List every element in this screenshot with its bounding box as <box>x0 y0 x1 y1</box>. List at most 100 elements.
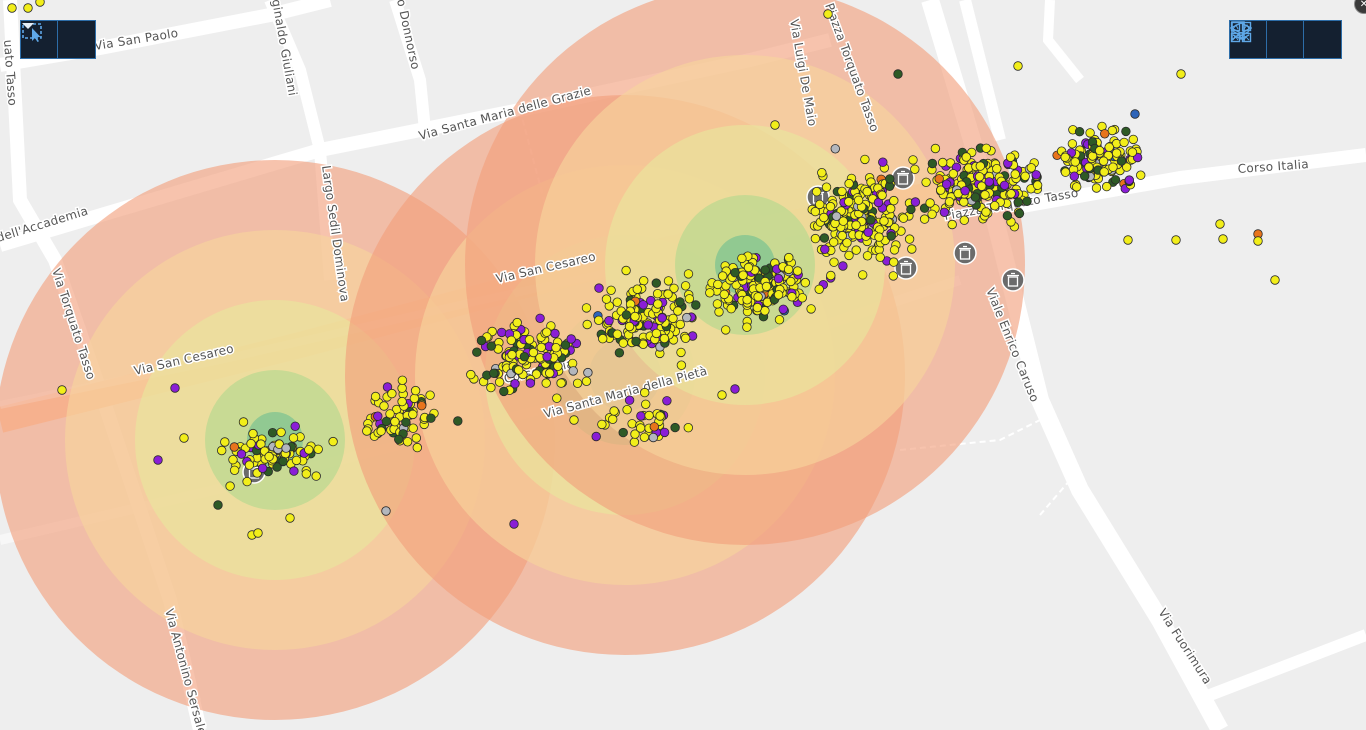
point-feature[interactable] <box>1135 170 1146 180</box>
point-feature[interactable] <box>57 385 67 395</box>
point-feature[interactable] <box>663 289 673 299</box>
point-feature[interactable] <box>402 437 413 447</box>
point-feature[interactable] <box>370 391 381 402</box>
point-feature[interactable] <box>683 269 694 279</box>
trash-icon[interactable] <box>1001 268 1025 292</box>
point-feature[interactable] <box>624 321 635 332</box>
point-feature[interactable] <box>1099 129 1110 139</box>
layers-button[interactable] <box>1230 21 1304 58</box>
point-feature[interactable] <box>373 411 383 421</box>
point-feature[interactable] <box>863 227 874 238</box>
point-feature[interactable] <box>550 328 560 339</box>
point-feature[interactable] <box>999 180 1010 191</box>
point-feature[interactable] <box>823 9 833 19</box>
point-feature[interactable] <box>655 411 665 421</box>
point-feature[interactable] <box>568 366 578 376</box>
point-feature[interactable] <box>1127 147 1138 157</box>
point-feature[interactable] <box>657 313 667 323</box>
point-feature[interactable] <box>506 335 517 346</box>
point-feature[interactable] <box>514 365 524 375</box>
trash-icon[interactable] <box>953 241 977 265</box>
point-feature[interactable] <box>992 163 1002 174</box>
point-feature[interactable] <box>970 192 981 202</box>
point-feature[interactable] <box>862 251 873 261</box>
point-feature[interactable] <box>1099 167 1109 177</box>
point-feature[interactable] <box>1070 157 1080 167</box>
point-feature[interactable] <box>535 313 545 324</box>
trash-icon[interactable] <box>894 256 918 280</box>
point-feature[interactable] <box>1123 235 1133 245</box>
point-feature[interactable] <box>862 186 872 197</box>
point-feature[interactable] <box>1071 182 1082 192</box>
point-feature[interactable] <box>773 273 784 284</box>
point-feature[interactable] <box>668 313 678 324</box>
point-feature[interactable] <box>783 264 794 275</box>
point-feature[interactable] <box>213 500 223 510</box>
point-feature[interactable] <box>1026 163 1037 173</box>
point-feature[interactable] <box>397 383 407 393</box>
point-feature[interactable] <box>921 177 931 188</box>
point-feature[interactable] <box>257 463 268 474</box>
point-feature[interactable] <box>412 442 423 453</box>
point-feature[interactable] <box>594 283 604 293</box>
point-feature[interactable] <box>959 215 970 225</box>
point-feature[interactable] <box>773 290 784 300</box>
point-feature[interactable] <box>1074 126 1085 137</box>
point-feature[interactable] <box>800 278 811 288</box>
point-feature[interactable] <box>874 232 884 242</box>
point-feature[interactable] <box>216 445 227 456</box>
point-feature[interactable] <box>639 432 650 443</box>
map-svg[interactable]: Via San PaoloVia Santa Maria delle Grazi… <box>0 0 1366 730</box>
point-feature[interactable] <box>680 281 691 291</box>
point-feature[interactable] <box>1079 171 1090 181</box>
point-feature[interactable] <box>248 428 258 439</box>
point-feature[interactable] <box>397 375 408 386</box>
point-feature[interactable] <box>242 476 252 487</box>
point-feature[interactable] <box>1171 235 1181 245</box>
point-feature[interactable] <box>738 270 748 280</box>
point-feature[interactable] <box>379 401 389 411</box>
point-feature[interactable] <box>712 299 723 309</box>
point-feature[interactable] <box>659 333 670 344</box>
point-feature[interactable] <box>612 329 623 339</box>
point-feature[interactable] <box>904 234 915 244</box>
point-feature[interactable] <box>718 271 728 281</box>
point-feature[interactable] <box>1013 61 1023 71</box>
point-feature[interactable] <box>908 155 918 165</box>
point-feature[interactable] <box>497 327 507 338</box>
point-feature[interactable] <box>730 268 740 278</box>
point-feature[interactable] <box>844 178 854 189</box>
point-feature[interactable] <box>401 417 411 428</box>
point-feature[interactable] <box>752 302 763 313</box>
point-feature[interactable] <box>638 300 648 310</box>
point-feature[interactable] <box>889 245 900 255</box>
point-feature[interactable] <box>1091 183 1102 193</box>
point-feature[interactable] <box>622 405 632 415</box>
point-feature[interactable] <box>591 431 601 442</box>
point-feature[interactable] <box>236 449 247 459</box>
point-feature[interactable] <box>713 279 723 290</box>
point-feature[interactable] <box>1069 171 1080 181</box>
point-feature[interactable] <box>1060 167 1071 177</box>
point-feature[interactable] <box>304 445 314 455</box>
point-feature[interactable] <box>466 369 476 380</box>
point-feature[interactable] <box>631 336 641 347</box>
point-feature[interactable] <box>851 220 861 230</box>
point-feature[interactable] <box>737 253 747 264</box>
point-feature[interactable] <box>311 471 321 481</box>
point-feature[interactable] <box>1104 142 1114 152</box>
point-feature[interactable] <box>238 417 249 427</box>
point-feature[interactable] <box>663 276 674 286</box>
point-feature[interactable] <box>1094 145 1105 156</box>
point-feature[interactable] <box>860 154 870 165</box>
point-feature[interactable] <box>662 396 672 406</box>
point-feature[interactable] <box>425 390 435 400</box>
point-feature[interactable] <box>328 436 338 447</box>
point-feature[interactable] <box>1215 219 1225 229</box>
point-feature[interactable] <box>659 427 670 438</box>
point-feature[interactable] <box>630 311 640 322</box>
point-feature[interactable] <box>601 294 612 304</box>
point-feature[interactable] <box>23 3 33 13</box>
point-feature[interactable] <box>1067 139 1078 149</box>
point-feature[interactable] <box>566 334 576 344</box>
